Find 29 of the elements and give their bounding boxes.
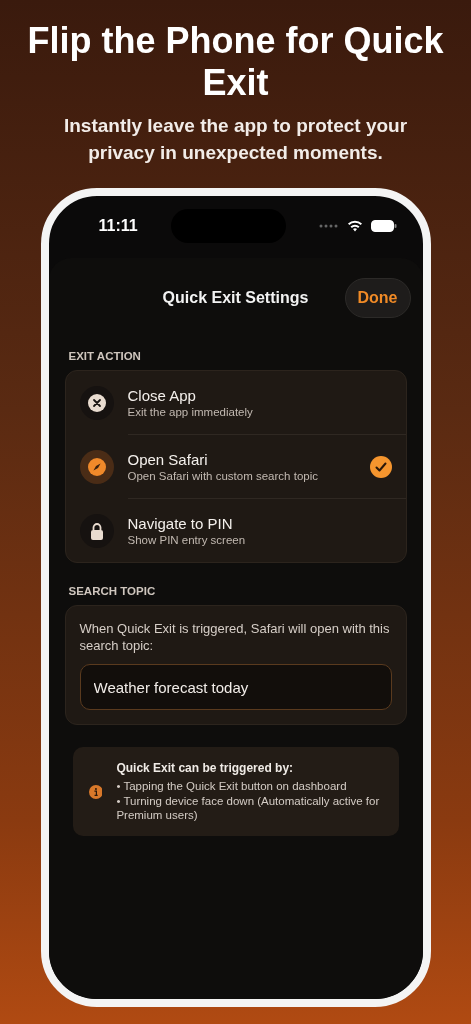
option-title: Navigate to PIN <box>127 515 234 532</box>
compass-icon <box>87 457 106 476</box>
status-time: 11:11 <box>98 217 138 235</box>
option-row[interactable]: Close App Exit the app immediately <box>65 371 406 434</box>
search-topic-description: When Quick Exit is triggered, Safari will open with this search topic: <box>79 620 391 654</box>
section-heading: EXIT ACTION <box>68 350 142 362</box>
option-subtitle: Open Safari with custom search topic <box>127 470 319 482</box>
lock-icon <box>89 521 104 540</box>
info-icon <box>88 782 103 801</box>
info-bullet: • Turning device face down (Automatically active for Premium users) <box>116 794 381 822</box>
info-title: Quick Exit can be triggered by: <box>116 761 295 775</box>
wifi-icon <box>346 220 363 232</box>
section-heading: SEARCH TOPIC <box>68 585 157 597</box>
headline: Flip the Phone for Quick Exit <box>26 20 445 104</box>
option-row[interactable]: Open Safari Open Safari with custom search topic <box>65 435 406 498</box>
option-subtitle: Show PIN entry screen <box>127 534 247 546</box>
option-title: Open Safari <box>127 451 209 468</box>
option-row[interactable]: Navigate to PIN Show PIN entry screen <box>65 499 406 562</box>
option-subtitle: Exit the app immediately <box>127 406 254 418</box>
search-topic-field[interactable]: Weather forecast today <box>79 664 392 710</box>
sheet-title: Quick Exit Settings <box>162 289 309 307</box>
battery-icon <box>370 220 397 232</box>
done-button[interactable]: Done <box>344 278 411 318</box>
close-icon <box>87 393 106 412</box>
info-bullet: • Tapping the Quick Exit button on dashboard <box>116 779 348 793</box>
checkmark-icon <box>369 455 392 478</box>
option-title: Close App <box>127 387 197 404</box>
signal-icon <box>318 224 339 228</box>
subtitle: Instantly leave the app to protect your privacy in unexpected moments. <box>62 114 409 165</box>
